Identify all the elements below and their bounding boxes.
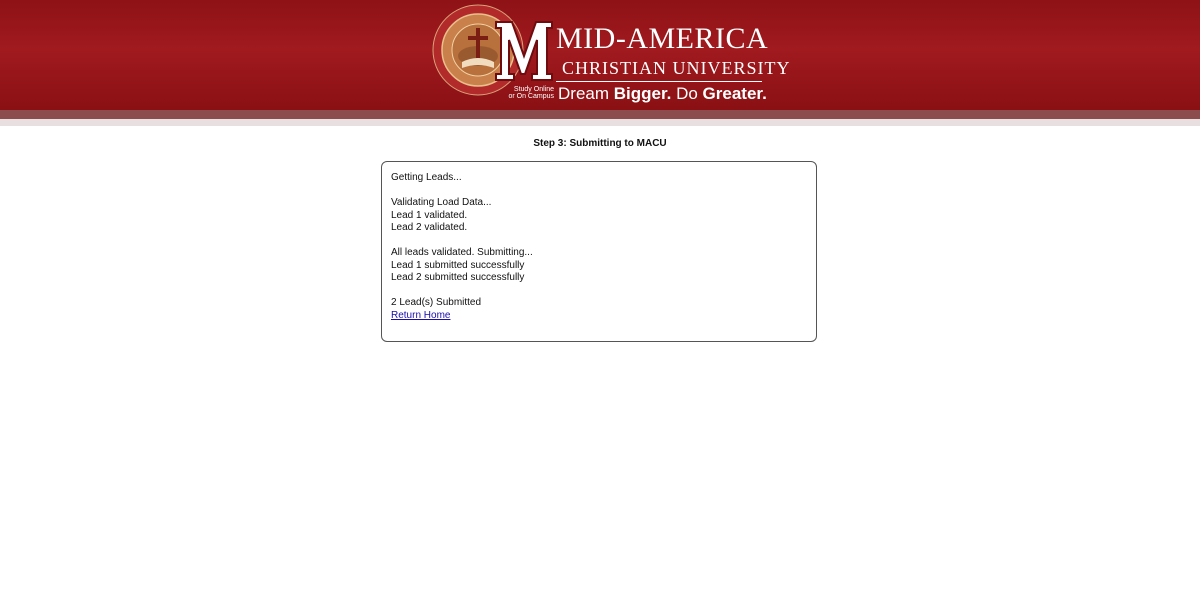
m-monogram-icon bbox=[495, 21, 553, 81]
log-line-lead2-validated: Lead 2 validated. bbox=[391, 222, 468, 233]
tagline-part-2: Bigger. bbox=[613, 84, 672, 103]
brand-subtitle: CHRISTIAN UNIVERSITY bbox=[562, 58, 791, 78]
log-spacer bbox=[391, 285, 807, 298]
tagline-part-1: Dream bbox=[558, 84, 614, 103]
tagline-part-4: Greater. bbox=[702, 84, 767, 103]
header-band-light bbox=[0, 119, 1200, 126]
log-spacer bbox=[391, 185, 807, 198]
log-line-lead2-submitted: Lead 2 submitted successfully bbox=[391, 272, 525, 283]
university-logo[interactable]: MID-AMERICA CHRISTIAN UNIVERSITY Study O… bbox=[432, 4, 790, 104]
log-line-getting: Getting Leads... bbox=[391, 172, 462, 183]
tagline: Dream Bigger. Do Greater. bbox=[558, 84, 767, 104]
study-line-1: Study Online bbox=[513, 86, 554, 93]
log-line-count: 2 Lead(s) Submitted bbox=[391, 297, 482, 308]
brand-divider bbox=[556, 81, 762, 82]
log-spacer bbox=[391, 235, 807, 248]
header-band bbox=[0, 110, 1200, 119]
log-line-lead1-submitted: Lead 1 submitted successfully bbox=[391, 259, 525, 271]
tagline-part-3: Do bbox=[671, 84, 703, 103]
return-home-link[interactable]: Return Home bbox=[391, 310, 450, 321]
brand-name: MID-AMERICA bbox=[556, 22, 769, 55]
study-online-note: Study Online or On Campus bbox=[504, 86, 554, 100]
page-title: Step 3: Submitting to MACU bbox=[533, 138, 667, 149]
return-home-row: Return Home bbox=[391, 310, 807, 323]
log-line-lead1-validated: Lead 1 validated. bbox=[391, 209, 468, 221]
log-line-all-validated: All leads validated. Submitting... bbox=[391, 247, 533, 258]
study-line-2: or On Campus bbox=[508, 93, 554, 100]
log-line-validating: Validating Load Data... bbox=[391, 197, 492, 208]
site-header: MID-AMERICA CHRISTIAN UNIVERSITY Study O… bbox=[0, 0, 1200, 110]
submission-log-panel: Getting Leads... Validating Load Data...… bbox=[381, 161, 817, 342]
